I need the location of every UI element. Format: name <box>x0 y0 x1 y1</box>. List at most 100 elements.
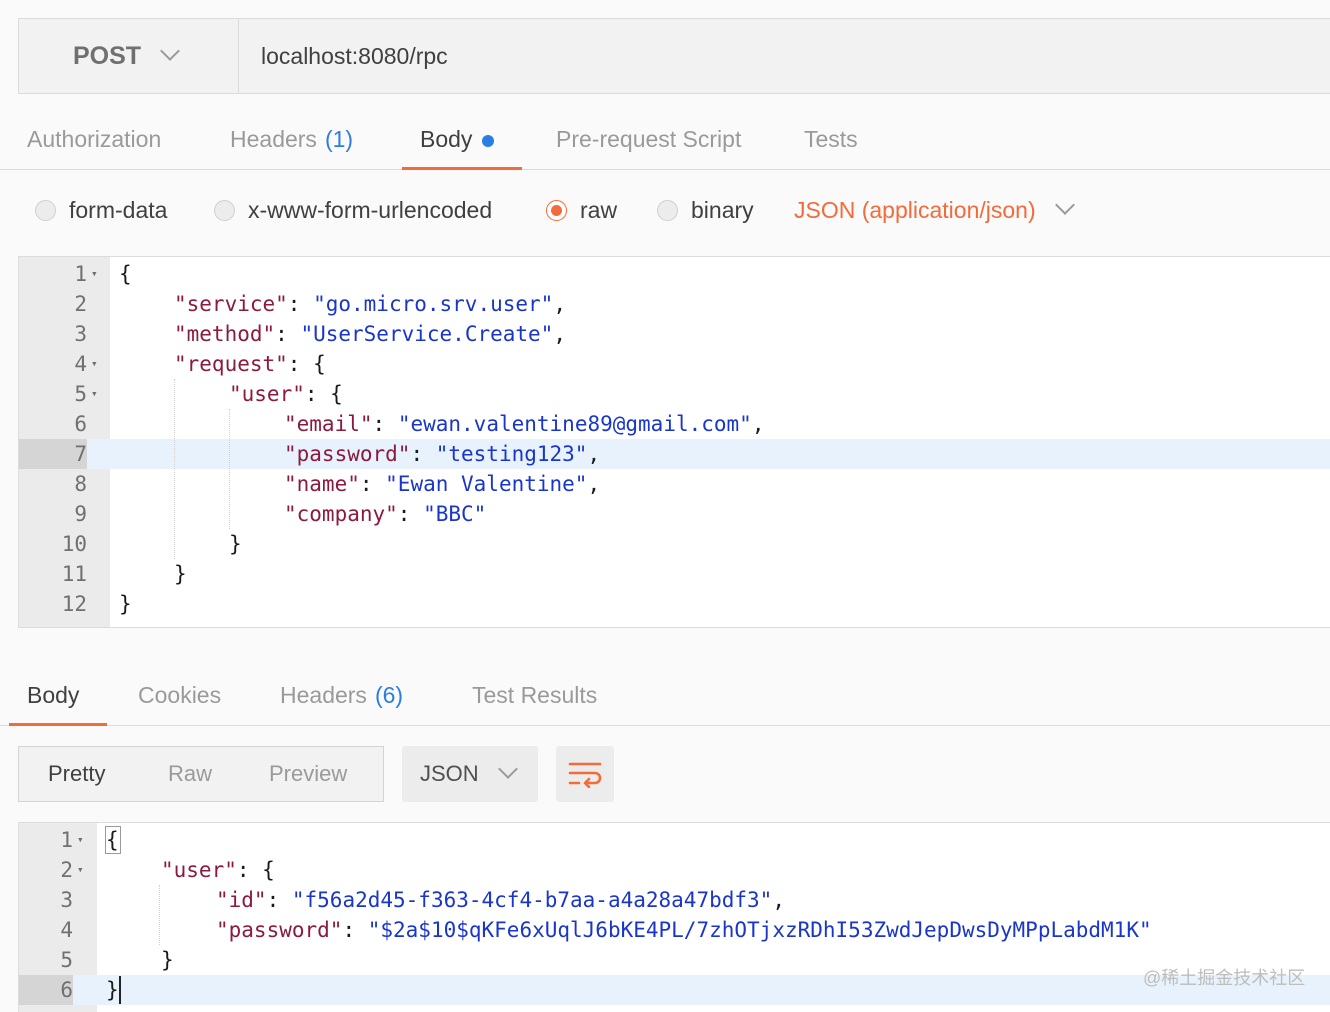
radio-label: form-data <box>69 196 168 223</box>
json-string: "testing123" <box>435 442 588 466</box>
code-text: "company": "BBC" <box>284 499 486 529</box>
radio-x-www-form-urlencoded[interactable]: x-www-form-urlencoded <box>214 190 492 230</box>
json-punctuation: } <box>161 948 174 972</box>
format-label: JSON <box>420 761 479 786</box>
radio-label: raw <box>580 196 618 223</box>
json-key: "id" <box>216 888 267 912</box>
code-text: "request": { <box>174 349 326 379</box>
wrap-lines-button[interactable] <box>556 746 614 802</box>
json-punctuation: } <box>106 978 119 1002</box>
json-key: "company" <box>284 502 398 526</box>
json-key: "user" <box>161 858 237 882</box>
http-method-select[interactable]: POST <box>19 19 239 93</box>
line-number: 3 <box>74 322 87 346</box>
fold-arrow-icon[interactable]: ▾ <box>91 379 103 409</box>
radio-binary[interactable]: binary <box>657 190 754 230</box>
code-line: 4 "password": "$2a$10$qKFe6xUqlJ6bKE4PL/7… <box>19 915 1330 945</box>
code-text: } <box>161 945 174 975</box>
code-line: 11} <box>19 559 1330 589</box>
json-string: "Ewan Valentine" <box>385 472 588 496</box>
line-number: 1 <box>74 262 87 286</box>
tab-headers[interactable]: Headers (1) <box>230 110 353 169</box>
code-text: "password": "$2a$10$qKFe6xUqlJ6bKE4PL/7z… <box>216 915 1152 945</box>
code-text: "password": "testing123", <box>284 439 600 469</box>
json-punctuation: } <box>229 532 242 556</box>
json-key: "user" <box>229 382 305 406</box>
wrap-lines-icon <box>568 762 602 788</box>
indent-guide <box>159 885 160 945</box>
tab-test-results[interactable]: Test Results <box>472 666 597 725</box>
tab-body[interactable]: Body <box>401 110 524 170</box>
tab-label: Body <box>420 126 473 152</box>
code-line: 1 ▾ { <box>19 259 1330 289</box>
request-body-editor[interactable]: 1 ▾{2 "service": "go.micro.srv.user", 3 "met… <box>18 256 1330 628</box>
fold-arrow-icon[interactable]: ▾ <box>77 825 89 855</box>
mode-raw-button[interactable]: Raw <box>168 747 212 801</box>
json-key: "service" <box>174 292 288 316</box>
json-key: "request" <box>174 352 288 376</box>
mode-pretty-button[interactable]: Pretty <box>48 747 105 801</box>
line-number: 6 <box>19 975 73 1005</box>
radio-label: binary <box>691 196 754 223</box>
line-number: 12 <box>61 592 87 616</box>
radio-raw[interactable]: raw <box>546 190 617 230</box>
watermark: @稀土掘金技术社区 <box>1143 968 1306 988</box>
code-line: 3 "id": "f56a2d45-f363-4cf4-b7aa-a4a28a47… <box>19 885 1330 915</box>
code-line: 3 "method": "UserService.Create", <box>19 319 1330 349</box>
json-punctuation: : { <box>236 858 275 882</box>
response-body-viewer[interactable]: 1 ▾{2 ▾ "user": {3 "id": "f56a2d45-f363-4cf4… <box>18 822 1330 1012</box>
code-text: } <box>119 589 132 619</box>
code-text: "user": { <box>161 855 275 885</box>
json-key: "password" <box>284 442 411 466</box>
fold-arrow-icon[interactable]: ▾ <box>77 855 89 885</box>
tab-count: (1) <box>324 126 354 152</box>
radio-form-data[interactable]: form-data <box>35 190 167 230</box>
http-method-label: POST <box>73 41 142 70</box>
tab-tests[interactable]: Tests <box>804 110 858 169</box>
tab-label: Authorization <box>27 126 162 152</box>
json-punctuation: } <box>174 562 187 586</box>
line-number: 10 <box>61 532 87 556</box>
tab-response-body[interactable]: Body <box>8 666 109 726</box>
line-number: 2 <box>74 292 87 316</box>
fold-arrow-icon[interactable]: ▾ <box>91 259 103 289</box>
body-type-selector: form-data x-www-form-urlencoded raw bina… <box>0 190 1330 230</box>
response-format-select[interactable]: JSON <box>402 746 538 802</box>
code-line: 7 "password": "testing123", <box>19 439 1330 469</box>
indent-guide <box>174 379 175 559</box>
tab-label: Headers <box>230 126 317 152</box>
code-text: "user": { <box>229 379 343 409</box>
json-key: "name" <box>284 472 360 496</box>
json-punctuation: : <box>359 472 386 496</box>
url-input[interactable]: localhost:8080/rpc <box>239 19 1330 93</box>
line-number: 7 <box>19 439 87 469</box>
tab-label: Tests <box>804 126 858 152</box>
json-punctuation: , <box>587 442 601 466</box>
code-line: 12} <box>19 589 1330 619</box>
tab-response-headers[interactable]: Headers (6) <box>280 666 403 725</box>
json-punctuation: : <box>275 322 301 346</box>
line-number: 3 <box>60 888 73 912</box>
code-line: 9 "company": "BBC" <box>19 499 1330 529</box>
text-cursor <box>119 976 121 1004</box>
radio-label: x-www-form-urlencoded <box>248 196 493 223</box>
tab-label: Body <box>27 682 80 708</box>
tab-authorization[interactable]: Authorization <box>27 110 161 169</box>
fold-arrow-icon[interactable]: ▾ <box>91 349 103 379</box>
code-text: "name": "Ewan Valentine", <box>284 469 600 499</box>
chevron-down-icon <box>1054 195 1075 215</box>
request-url-bar: POST localhost:8080/rpc <box>18 18 1330 94</box>
content-type-select[interactable]: JSON (application/json) <box>794 190 1075 230</box>
tab-cookies[interactable]: Cookies <box>138 666 221 725</box>
line-number: 2 <box>60 858 73 882</box>
json-string: "f56a2d45-f363-4cf4-b7aa-a4a28a47bdf3" <box>291 888 773 912</box>
json-punctuation: , <box>587 472 601 496</box>
code-line: 8 "name": "Ewan Valentine", <box>19 469 1330 499</box>
code-text: "method": "UserService.Create", <box>174 319 566 349</box>
json-key: "email" <box>284 412 373 436</box>
json-punctuation: : <box>266 888 292 912</box>
json-punctuation: : <box>372 412 398 436</box>
view-mode-segmented-control: Pretty Raw Preview <box>18 746 384 802</box>
tab-pre-request-script[interactable]: Pre-request Script <box>556 110 741 169</box>
mode-preview-button[interactable]: Preview <box>269 747 347 801</box>
